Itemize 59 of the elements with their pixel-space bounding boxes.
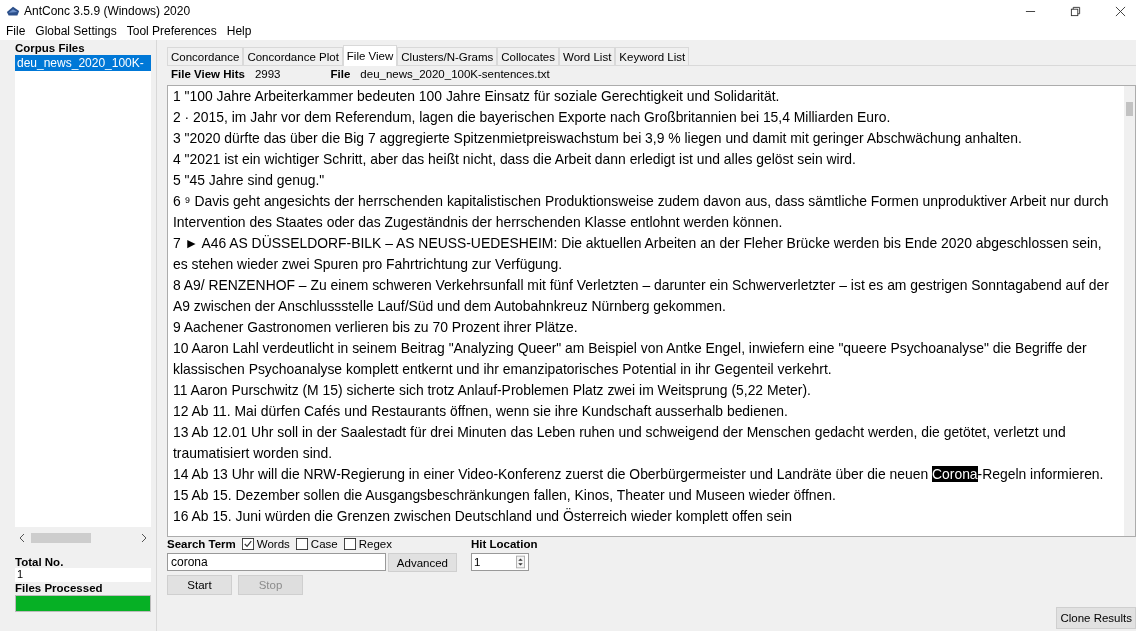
text-line: 4 "2021 ist ein wichtiger Schritt, aber das heißt nicht, dass die Arbeit dann erledigt ist und alles gelöst sein wird.	[173, 150, 857, 169]
hits-label: File View Hits	[171, 68, 245, 80]
text-line: 10 Aaron Lahl verdeutlicht in seinem Beitrag "Analyzing Queer" am Beispiel von Antke Engel, inwiefern eine "queere Psychoanalyse" die Begriffe der klassischen Psychoanalyse komplett entkernt und ihr emanzipatorisches Potential in ihr Gegenteil verkehrt.	[173, 339, 1088, 379]
window-title: AntConc 3.5.9 (Windows) 2020	[24, 4, 191, 18]
text-line: 15 Ab 15. Dezember sollen die Ausgangsbeschränkungen fallen, Kinos, Theater und Museen wieder öffnen.	[173, 486, 837, 505]
hit-location-spinner[interactable]: 1	[471, 553, 529, 571]
file-label: File	[330, 68, 351, 80]
tab[interactable]: File View	[342, 45, 398, 66]
tab[interactable]: Concordance Plot	[243, 47, 343, 65]
search-term-label: Search Term	[167, 538, 236, 550]
restore-icon[interactable]	[1070, 5, 1081, 17]
checkbox-icon[interactable]	[295, 538, 308, 550]
text-line: 6 ⁹ Davis geht angesichts der herrschenden kapitalistischen Produktionsweise zudem davon aus, dass sämtliche Formen unproduktiver Arbeit nur durch Intervention des Staates oder das Zugeständnis der herrschenden Klasse entlohnt werden können.	[173, 192, 1110, 232]
corpus-files-label: Corpus Files	[15, 42, 86, 54]
text-line: 13 Ab 12.01 Uhr soll in der Saalestadt für drei Minuten das Leben ruhen und schweigend der Menschen gedacht werden, die getötet, verletzt und traumatisiert worden sind.	[173, 423, 1067, 463]
menu-item[interactable]: Tool Preferences	[126, 24, 217, 38]
tab[interactable]: Clusters/N-Grams	[397, 47, 498, 65]
text-line: 5 "45 Jahre sind genug."	[173, 171, 326, 190]
close-icon[interactable]	[1115, 5, 1126, 17]
text-line: 2 · 2015, im Jahr vor dem Referendum, lagen die bayerischen Exporte nach Großbritannien bei 15,4 Milliarden Euro.	[173, 108, 892, 127]
clone-results-button[interactable]: Clone Results	[1056, 607, 1136, 629]
text-line: 3 "2020 dürfte das über die Big 7 aggregierte Spitzenmietpreiswachstum bei 3,9 % liegen und damit mit geringer Abschwächung anhalten.	[173, 129, 1023, 148]
start-button[interactable]: Start	[167, 575, 232, 595]
files-processed-label: Files Processed	[15, 582, 104, 594]
vertical-scrollbar[interactable]	[1124, 86, 1135, 536]
hits-count: 2993	[254, 68, 281, 80]
total-field: 1	[15, 568, 151, 582]
text-line: 16 Ab 15. Juni würden die Grenzen zwischen Deutschland und Österreich wieder komplett offen sein	[173, 507, 793, 526]
tab[interactable]: Collocates	[497, 47, 559, 65]
menu-item[interactable]: File	[6, 24, 26, 38]
total-label: Total No.	[15, 556, 65, 568]
advanced-button[interactable]: Advanced	[387, 553, 457, 572]
tab[interactable]: Keyword List	[615, 47, 690, 65]
search-input[interactable]: corona	[167, 553, 386, 571]
menu-item[interactable]: Global Settings	[35, 24, 117, 38]
corpus-file-item[interactable]: deu_news_2020_100K-	[15, 55, 151, 71]
menu-item[interactable]: Help	[226, 24, 252, 38]
text-line: 11 Aaron Purschwitz (M 15) sicherte sich trotz Anlauf-Problemen Platz zwei im Weitsprung (5,22 Meter).	[173, 381, 812, 400]
scroll-left-icon[interactable]	[19, 533, 25, 543]
scroll-thumb[interactable]	[31, 533, 91, 543]
text-line: 8 A9/ RENZENHOF – Zu einem schweren Verkehrsunfall mit fünf Verletzten – darunter ein Schwerverletzter – ist es am gestrigen Sonntagabend auf der A9 zwischen der Anschlussstelle Lauf/Süd und dem Autobahnkreuz Nürnberg gekommen.	[173, 276, 1110, 316]
option-checkbox[interactable]: Words	[241, 538, 290, 550]
text-line: 1 "100 Jahre Arbeiterkammer bedeuten 100 Jahre Einsatz für soziale Gerechtigkeit und Solidarität.	[173, 87, 781, 106]
tab[interactable]: Concordance	[167, 47, 244, 65]
text-line: 12 Ab 11. Mai dürfen Cafés und Restaurants öffnen, wenn sie ihre Kundschaft ausserhalb bedienen.	[173, 402, 789, 421]
vscroll-thumb[interactable]	[1126, 102, 1133, 116]
tab[interactable]: Word List	[559, 47, 616, 65]
file-name: deu_news_2020_100K-sentences.txt	[360, 68, 550, 80]
checkbox-icon[interactable]	[241, 538, 254, 550]
scroll-right-icon[interactable]	[141, 533, 147, 543]
text-line: 7 ► A46 AS DÜSSELDORF-BILK – AS NEUSS-UEDESHEIM: Die aktuellen Arbeiten an der Fleher Brücke werden bis Ende 2020 abgeschlossen sein, es stehen wieder zwei Spuren pro Fahrtrichtung zur Verfügung.	[173, 234, 1103, 274]
search-hit: Corona	[932, 466, 978, 482]
checkbox-icon[interactable]	[343, 538, 356, 550]
option-checkbox[interactable]: Regex	[343, 538, 392, 550]
option-checkbox[interactable]: Case	[295, 538, 338, 550]
app-icon	[6, 4, 20, 18]
spinner-arrows-icon[interactable]	[516, 555, 525, 569]
hit-location-label: Hit Location	[471, 538, 538, 550]
text-line: 9 Aachener Gastronomen verlieren bis zu 70 Prozent ihrer Plätze.	[173, 318, 579, 337]
